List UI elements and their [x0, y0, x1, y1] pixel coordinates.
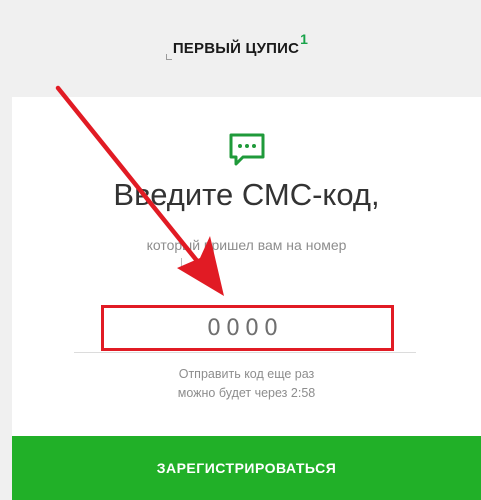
sms-verification-card: Введите СМС-код, который пришел вам на н… — [12, 97, 481, 500]
logo-corner-mark — [165, 54, 172, 60]
chat-bubble-dots-icon — [229, 133, 265, 166]
sms-code-input[interactable] — [74, 305, 416, 353]
phone-number-mark — [181, 258, 190, 269]
subtitle: который пришел вам на номер — [146, 237, 347, 253]
logo-title: ПЕРВЫЙ ЦУПИС — [172, 40, 300, 57]
logo-superscript: 1 — [300, 31, 309, 47]
logo-text: ПЕРВЫЙ ЦУПИС1 — [165, 31, 308, 60]
register-button[interactable]: ЗАРЕГИСТРИРОВАТЬСЯ — [12, 436, 481, 500]
page-title: Введите СМС-код, — [113, 177, 380, 212]
resend-line-1: Отправить код еще раз — [178, 367, 315, 381]
logo: ПЕРВЫЙ ЦУПИС1 — [0, 31, 481, 60]
resend-timer: можно будет через 2:58 — [177, 386, 316, 400]
resend-info: Отправить код еще раз можно будет через … — [12, 365, 481, 403]
